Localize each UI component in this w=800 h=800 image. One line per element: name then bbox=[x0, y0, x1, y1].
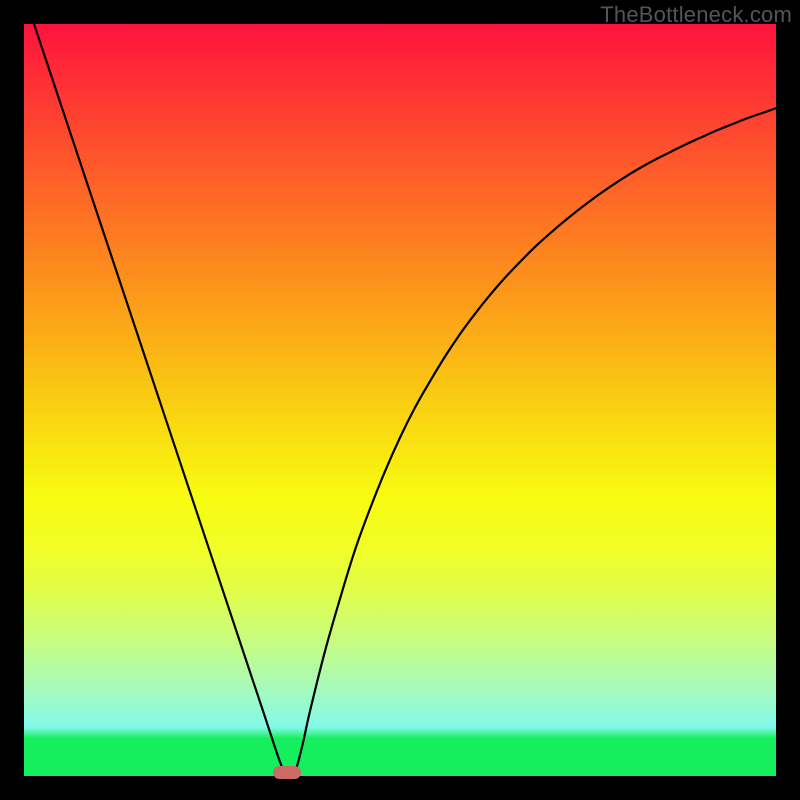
bottleneck-marker bbox=[273, 766, 301, 779]
chart-frame: TheBottleneck.com bbox=[0, 0, 800, 800]
bottleneck-curve bbox=[24, 24, 776, 776]
plot-area bbox=[24, 24, 776, 776]
